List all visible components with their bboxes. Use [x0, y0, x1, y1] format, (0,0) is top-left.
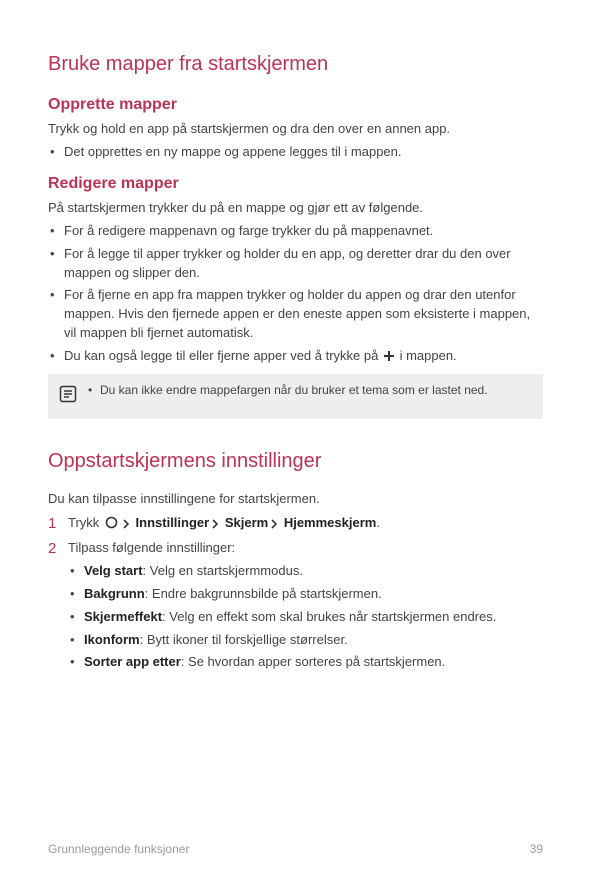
- option-item: Ikonform: Bytt ikoner til forskjellige s…: [68, 631, 543, 650]
- path-segment: Innstillinger: [136, 515, 210, 530]
- circle-icon: [105, 515, 118, 535]
- option-desc: : Velg en startskjermmodus.: [143, 563, 303, 578]
- step-2: Tilpass følgende innstillinger: Velg sta…: [48, 538, 543, 672]
- subheading-create-folders: Opprette mapper: [48, 93, 543, 116]
- chevron-right-icon: [269, 515, 279, 535]
- intro-create-folders: Trykk og hold en app på startskjermen og…: [48, 120, 543, 139]
- option-item: Sorter app etter: Se hvordan apper sorte…: [68, 653, 543, 672]
- list-item: For å fjerne en app fra mappen trykker o…: [48, 286, 543, 343]
- option-item: Skjermeffekt: Velg en effekt som skal br…: [68, 608, 543, 627]
- option-label: Ikonform: [84, 632, 140, 647]
- option-item: Bakgrunn: Endre bakgrunnsbilde på starts…: [68, 585, 543, 604]
- option-label: Velg start: [84, 563, 143, 578]
- list-item: Det opprettes en ny mappe og appene legg…: [48, 143, 543, 162]
- subheading-edit-folders: Redigere mapper: [48, 172, 543, 195]
- section-heading-settings: Oppstartskjermens innstillinger: [48, 447, 543, 476]
- option-label: Bakgrunn: [84, 586, 145, 601]
- step-prefix: Trykk: [68, 515, 103, 530]
- note-content: Du kan ikke endre mappefargen når du bru…: [88, 382, 533, 399]
- list-item-text: Du kan også legge til eller fjerne apper…: [64, 348, 382, 363]
- path-segment: Hjemmeskjerm: [284, 515, 377, 530]
- option-item: Velg start: Velg en startskjermmodus.: [68, 562, 543, 581]
- option-desc: : Endre bakgrunnsbilde på startskjermen.: [145, 586, 382, 601]
- list-item: For å redigere mappenavn og farge trykke…: [48, 222, 543, 241]
- intro-settings: Du kan tilpasse innstillingene for start…: [48, 490, 543, 509]
- option-desc: : Se hvordan apper sorteres på startskje…: [181, 654, 445, 669]
- chevron-right-icon: [210, 515, 220, 535]
- note-box: Du kan ikke endre mappefargen når du bru…: [48, 374, 543, 419]
- list-item: For å legge til apper trykker og holder …: [48, 245, 543, 283]
- list-create-folders: Det opprettes en ny mappe og appene legg…: [48, 143, 543, 162]
- list-item: Du kan også legge til eller fjerne apper…: [48, 347, 543, 366]
- step-1: Trykk Innstillinger Skjerm Hjemmeskjerm.: [48, 513, 543, 535]
- footer-page-number: 39: [530, 841, 543, 858]
- step-text: Tilpass følgende innstillinger:: [68, 540, 235, 555]
- step-suffix: .: [376, 515, 380, 530]
- path-segment: Skjerm: [225, 515, 268, 530]
- plus-icon: [383, 347, 395, 366]
- options-list: Velg start: Velg en startskjermmodus. Ba…: [68, 562, 543, 672]
- note-icon: [58, 384, 78, 411]
- section-heading-folders: Bruke mapper fra startskjermen: [48, 50, 543, 79]
- list-edit-folders: For å redigere mappenavn og farge trykke…: [48, 222, 543, 366]
- footer-left: Grunnleggende funksjoner: [48, 841, 189, 858]
- intro-edit-folders: På startskjermen trykker du på en mappe …: [48, 199, 543, 218]
- chevron-right-icon: [121, 515, 131, 535]
- option-desc: : Bytt ikoner til forskjellige størrelse…: [140, 632, 348, 647]
- page-footer: Grunnleggende funksjoner 39: [48, 841, 543, 858]
- list-item-tail: i mappen.: [396, 348, 457, 363]
- option-desc: : Velg en effekt som skal brukes når sta…: [162, 609, 496, 624]
- option-label: Sorter app etter: [84, 654, 181, 669]
- option-label: Skjermeffekt: [84, 609, 162, 624]
- note-text: Du kan ikke endre mappefargen når du bru…: [88, 382, 533, 399]
- numbered-steps: Trykk Innstillinger Skjerm Hjemmeskjerm.…: [48, 513, 543, 672]
